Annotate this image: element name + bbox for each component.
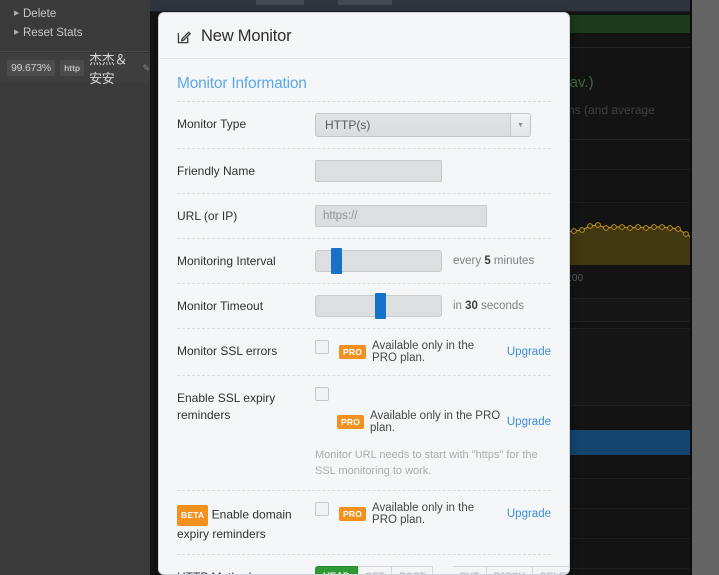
left-sidebar: ▶ Delete ▶ Reset Stats 99.673% http 杰杰＆安… xyxy=(0,0,150,575)
pro-badge: PRO xyxy=(339,507,367,521)
pro-badge: PRO xyxy=(337,415,365,429)
monitor-timeout-value: in 30 seconds xyxy=(453,300,524,312)
ssl-expiry-note: Monitor URL needs to start with "https" … xyxy=(315,449,538,477)
browser-tab-2[interactable] xyxy=(338,0,392,5)
field-monitor-timeout: Monitor Timeout in 30 seconds xyxy=(177,284,551,329)
http-method-delete-button[interactable]: DELETE xyxy=(533,566,569,574)
sidebar-item-label: Reset Stats xyxy=(23,26,83,39)
url-input[interactable]: https:// xyxy=(315,205,487,227)
http-method-button-group: HEAD GET POST or PUT PATCH DELETE OPTION… xyxy=(315,566,569,574)
dialog-header: New Monitor xyxy=(159,13,569,59)
sidebar-item-delete[interactable]: ▶ Delete xyxy=(0,4,150,23)
caret-right-icon: ▶ xyxy=(14,29,20,36)
monitor-list-item[interactable]: 99.673% http 杰杰＆安安 ✎ xyxy=(0,52,150,86)
chevron-down-icon[interactable]: ▼ xyxy=(510,114,530,136)
field-label: Monitoring Interval xyxy=(177,254,276,268)
upgrade-link[interactable]: Upgrade xyxy=(507,346,551,358)
field-domain-expiry-reminders: BETA Enable domain expiry reminders PRO … xyxy=(177,491,551,555)
field-label: Monitor Type xyxy=(177,117,247,131)
dialog-body: Monitor Information Monitor Type HTTP(s)… xyxy=(159,59,569,574)
ssl-expiry-checkbox[interactable] xyxy=(315,387,329,401)
caret-right-icon: ▶ xyxy=(14,10,20,17)
monitor-type-select[interactable]: HTTP(s) ▼ xyxy=(315,113,531,137)
pro-availability-line: PRO Available only in the PRO plan. Upgr… xyxy=(339,340,551,364)
http-method-post-button[interactable]: POST xyxy=(392,566,434,574)
field-label: Monitor SSL errors xyxy=(177,344,278,358)
http-method-head-button[interactable]: HEAD xyxy=(315,566,358,574)
upgrade-link[interactable]: Upgrade xyxy=(507,416,551,428)
availability-text: Available only in the PRO plan. xyxy=(372,340,475,364)
field-http-method: HTTP Method HEAD GET POST or PUT PATCH D… xyxy=(177,555,569,574)
sidebar-item-label: Delete xyxy=(23,7,57,20)
field-label: BETA Enable domain expiry reminders xyxy=(177,502,315,543)
field-monitoring-interval: Monitoring Interval every 5 minutes xyxy=(177,239,551,284)
page-scrollbar[interactable] xyxy=(690,0,719,575)
monitor-timeout-slider[interactable] xyxy=(315,293,442,319)
field-monitor-type: Monitor Type HTTP(s) ▼ xyxy=(177,102,551,149)
field-url: URL (or IP) https:// xyxy=(177,194,551,239)
edit-pencil-icon xyxy=(177,29,192,44)
browser-tab-1[interactable] xyxy=(256,0,304,5)
availability-text: Available only in the PRO plan. xyxy=(372,502,475,526)
pro-badge: PRO xyxy=(339,345,367,359)
slider-handle[interactable] xyxy=(331,248,342,274)
upgrade-link[interactable]: Upgrade xyxy=(507,508,551,520)
field-label: URL (or IP) xyxy=(177,209,238,223)
monitor-name-label: 杰杰＆安安 xyxy=(89,52,128,86)
new-monitor-dialog: New Monitor Monitor Information Monitor … xyxy=(158,12,570,575)
friendly-name-input[interactable] xyxy=(315,160,442,182)
browser-topbar xyxy=(150,0,719,12)
input-placeholder: https:// xyxy=(323,210,358,222)
uptime-badge: 99.673% xyxy=(7,60,56,76)
section-heading-monitor-information: Monitor Information xyxy=(177,75,307,92)
http-method-put-button[interactable]: PUT xyxy=(452,566,487,574)
sidebar-item-reset-stats[interactable]: ▶ Reset Stats xyxy=(0,23,150,42)
http-method-get-button[interactable]: GET xyxy=(357,566,393,574)
field-label: Enable SSL expiry reminders xyxy=(177,391,276,422)
http-method-patch-button[interactable]: PATCH xyxy=(486,566,534,574)
select-value: HTTP(s) xyxy=(325,118,371,132)
pro-availability-line: PRO Available only in the PRO plan. Upgr… xyxy=(337,410,551,434)
field-friendly-name: Friendly Name xyxy=(177,149,551,194)
monitor-ssl-errors-checkbox[interactable] xyxy=(315,340,329,354)
availability-text: Available only in the PRO plan. xyxy=(370,410,501,434)
field-label: Friendly Name xyxy=(177,164,256,178)
beta-badge: BETA xyxy=(177,505,209,526)
domain-expiry-checkbox[interactable] xyxy=(315,502,329,516)
monitoring-interval-slider[interactable] xyxy=(315,248,442,274)
or-separator: or xyxy=(433,571,453,574)
monitoring-interval-value: every 5 minutes xyxy=(453,255,535,267)
field-label: HTTP Method xyxy=(177,566,315,574)
pencil-icon[interactable]: ✎ xyxy=(142,63,150,74)
sidebar-menu: ▶ Delete ▶ Reset Stats xyxy=(0,0,150,42)
field-monitor-ssl-errors: Monitor SSL errors PRO Available only in… xyxy=(177,329,551,376)
pro-availability-line: PRO Available only in the PRO plan. Upgr… xyxy=(339,502,551,526)
monitor-type-badge: http xyxy=(60,60,85,76)
field-ssl-expiry-reminders: Enable SSL expiry reminders PRO Availabl… xyxy=(177,376,551,491)
field-label: Monitor Timeout xyxy=(177,299,264,313)
slider-handle[interactable] xyxy=(374,293,386,319)
dialog-title: New Monitor xyxy=(201,27,292,45)
